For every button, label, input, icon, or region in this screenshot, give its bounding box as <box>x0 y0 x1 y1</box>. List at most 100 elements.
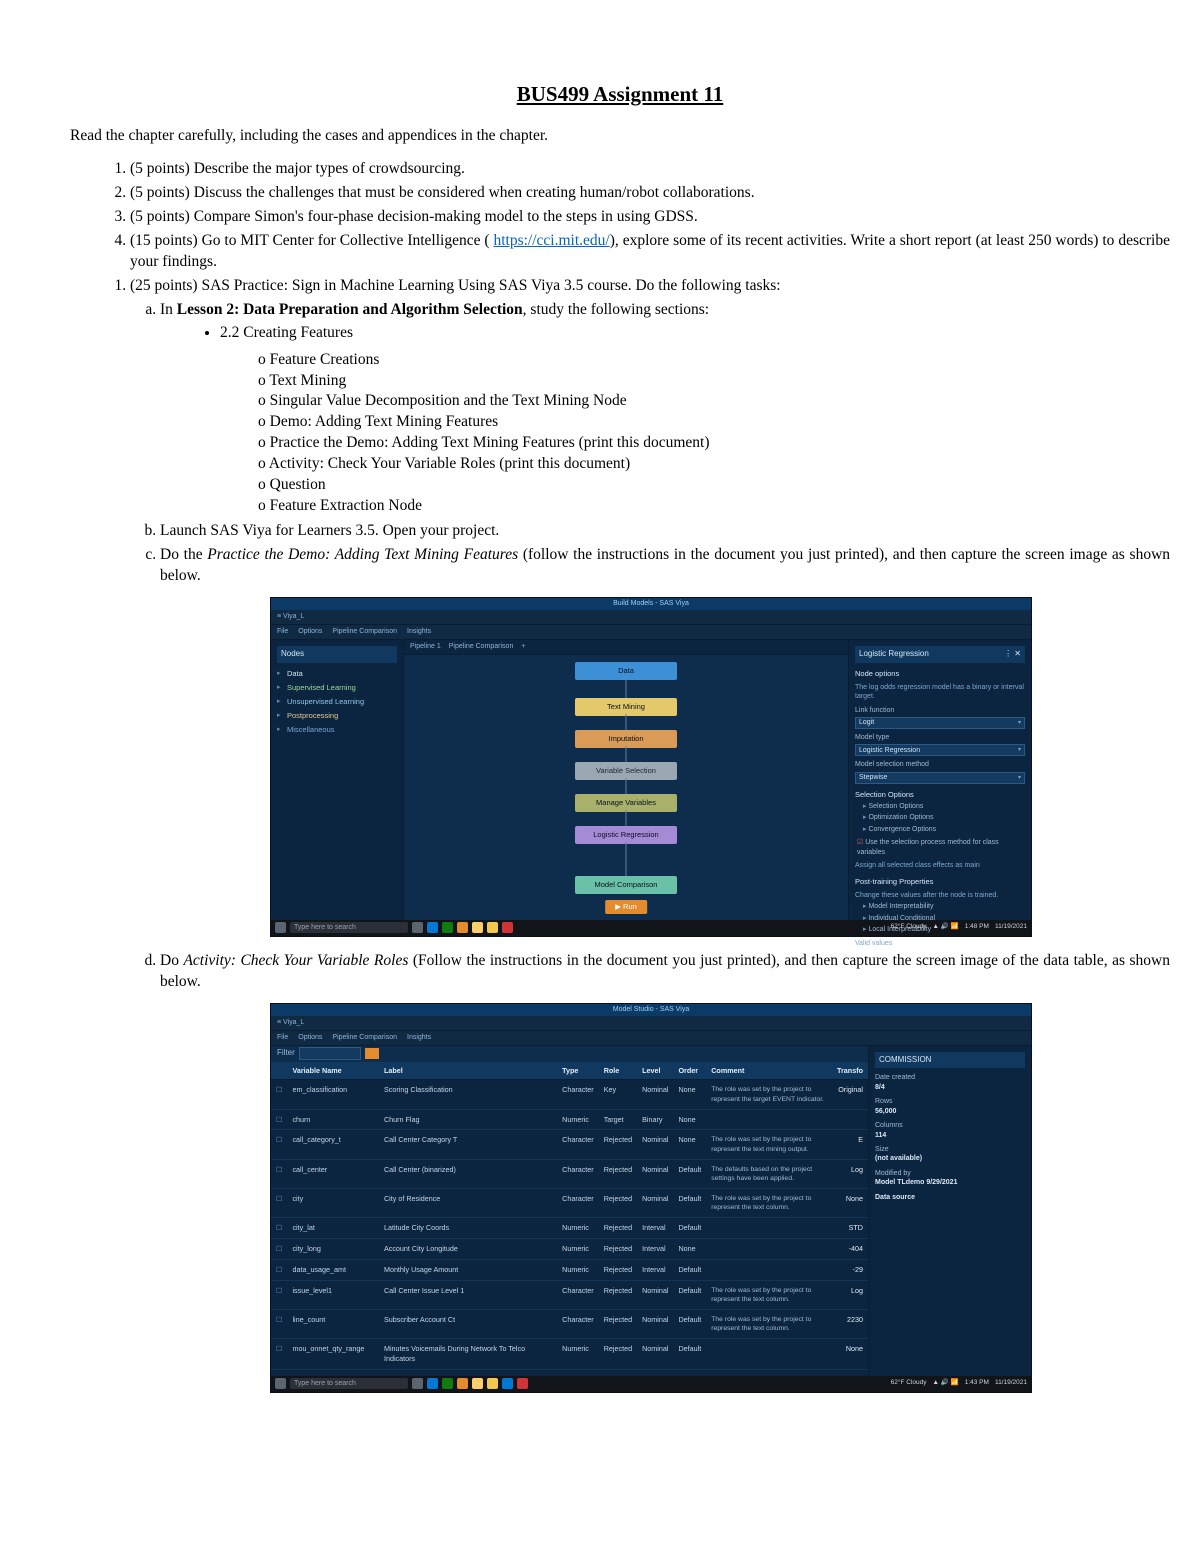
explorer-icon[interactable] <box>472 922 483 933</box>
table-row[interactable]: call_category_tCall Center Category TCha… <box>271 1130 868 1159</box>
nodes-postprocessing[interactable]: Postprocessing <box>277 709 397 723</box>
menu-insights-2[interactable]: Insights <box>407 1033 431 1042</box>
app-icon-2[interactable] <box>502 922 513 933</box>
prop-field-link[interactable]: Logit <box>855 717 1025 729</box>
tray-icon[interactable]: ▲ 🔊 📶 <box>932 923 958 932</box>
app-icon[interactable] <box>487 1378 498 1389</box>
edge-icon[interactable] <box>427 1378 438 1389</box>
filter-input[interactable] <box>299 1047 361 1060</box>
row-checkbox[interactable] <box>271 1080 287 1109</box>
app-icon[interactable] <box>487 922 498 933</box>
app-icon-2[interactable] <box>517 1378 528 1389</box>
table-row[interactable]: line_countSubscriber Account CtCharacter… <box>271 1309 868 1338</box>
menu-pipeline-comparison[interactable]: Pipeline Comparison <box>332 627 397 636</box>
properties-close-icon[interactable]: ⋮ ✕ <box>1004 649 1021 660</box>
menu-options[interactable]: Options <box>298 627 322 636</box>
col-transform[interactable]: Transfo <box>832 1062 868 1080</box>
table-row[interactable]: mou_onnet_qty_rangeMinutes Voicemails Du… <box>271 1339 868 1369</box>
pipeline-tab-1[interactable]: Pipeline 1 <box>410 642 441 651</box>
taskbar-search-2[interactable]: Type here to search <box>290 1378 408 1389</box>
table-row[interactable]: data_usage_amtMonthly Usage AmountNumeri… <box>271 1259 868 1280</box>
col-comment[interactable]: Comment <box>706 1062 832 1080</box>
prop-sub-ic[interactable]: Individual Conditional <box>855 914 1025 923</box>
col-level[interactable]: Level <box>637 1062 673 1080</box>
d-pre: Do <box>160 952 183 969</box>
col-varname[interactable]: Variable Name <box>287 1062 379 1080</box>
menu-options-2[interactable]: Options <box>298 1033 322 1042</box>
firefox-icon[interactable] <box>457 922 468 933</box>
table-row[interactable]: mon_total_call_chargesMonthly Account Ch… <box>271 1369 868 1375</box>
menu-file-2[interactable]: File <box>277 1033 288 1042</box>
connector <box>626 842 627 876</box>
table-row[interactable]: cityCity of ResidenceCharacterRejectedNo… <box>271 1189 868 1218</box>
app-icon-3[interactable] <box>502 1378 513 1389</box>
table-row[interactable]: city_latLatitude City CoordsNumericRejec… <box>271 1218 868 1239</box>
filter-go-button[interactable] <box>365 1048 379 1059</box>
row-checkbox[interactable] <box>271 1109 287 1130</box>
menu-insights[interactable]: Insights <box>407 627 431 636</box>
edge-icon[interactable] <box>427 922 438 933</box>
table-row[interactable]: issue_level1Call Center Issue Level 1Cha… <box>271 1280 868 1309</box>
taskbar-time[interactable]: 1:48 PM <box>965 923 989 932</box>
col-role[interactable]: Role <box>599 1062 637 1080</box>
taskview-icon[interactable] <box>412 1378 423 1389</box>
chrome-icon[interactable] <box>442 922 453 933</box>
row-checkbox[interactable] <box>271 1259 287 1280</box>
prop-field-selection[interactable]: Stepwise <box>855 772 1025 784</box>
chrome-icon[interactable] <box>442 1378 453 1389</box>
prop-checkbox-selproc[interactable]: Use the selection process method for cla… <box>855 838 1025 857</box>
start-icon[interactable] <box>275 922 286 933</box>
row-checkbox[interactable] <box>271 1130 287 1159</box>
row-checkbox[interactable] <box>271 1339 287 1369</box>
node-model-compare[interactable]: Model Comparison <box>575 876 677 894</box>
row-checkbox[interactable] <box>271 1280 287 1309</box>
firefox-icon[interactable] <box>457 1378 468 1389</box>
table-row[interactable]: call_centerCall Center (binarized)Charac… <box>271 1159 868 1188</box>
col-check[interactable] <box>271 1062 287 1080</box>
nodes-supervised[interactable]: Supervised Learning <box>277 681 397 695</box>
prop-sub-conv[interactable]: Convergence Options <box>855 825 1025 834</box>
node-data[interactable]: Data <box>575 662 677 680</box>
taskbar-weather[interactable]: 62°F Cloudy <box>891 923 927 932</box>
q4-pre: (15 points) Go to MIT Center for Collect… <box>130 232 493 249</box>
row-checkbox[interactable] <box>271 1189 287 1218</box>
prop-field-modeltype[interactable]: Logistic Regression <box>855 744 1025 756</box>
taskbar-date-2[interactable]: 11/19/2021 <box>995 1379 1027 1388</box>
start-icon[interactable] <box>275 1378 286 1389</box>
pipeline-canvas[interactable]: Pipeline 1 Pipeline Comparison + Data Te… <box>404 640 849 920</box>
pipeline-tab-compare[interactable]: Pipeline Comparison <box>449 642 514 651</box>
menu-file[interactable]: File <box>277 627 288 636</box>
pipeline-tab-add[interactable]: + <box>521 642 525 651</box>
nodes-unsupervised[interactable]: Unsupervised Learning <box>277 695 397 709</box>
col-label[interactable]: Label <box>379 1062 557 1080</box>
table-row[interactable]: em_classificationScoring ClassificationC… <box>271 1080 868 1109</box>
prop-sub-opt[interactable]: Optimization Options <box>855 813 1025 822</box>
mit-cci-link[interactable]: https://cci.mit.edu/ <box>493 232 609 249</box>
menu-pc-2[interactable]: Pipeline Comparison <box>332 1033 397 1042</box>
taskbar-search[interactable]: Type here to search <box>290 922 408 933</box>
col-order[interactable]: Order <box>673 1062 706 1080</box>
row-checkbox[interactable] <box>271 1218 287 1239</box>
prop-sub-mi[interactable]: Model Interpretability <box>855 902 1025 911</box>
row-checkbox[interactable] <box>271 1159 287 1188</box>
app-tab[interactable]: ≡ Viya_L <box>277 612 304 621</box>
app-tab-2[interactable]: ≡ Viya_L <box>277 1018 304 1027</box>
nodes-group-data[interactable]: Data <box>277 667 397 681</box>
prop-sub-sel[interactable]: Selection Options <box>855 802 1025 811</box>
table-row[interactable]: churnChurn FlagNumericTargetBinaryNone <box>271 1109 868 1130</box>
tray-icon[interactable]: ▲ 🔊 📶 <box>932 1379 958 1388</box>
explorer-icon[interactable] <box>472 1378 483 1389</box>
row-checkbox[interactable] <box>271 1239 287 1260</box>
nodes-misc[interactable]: Miscellaneous <box>277 723 397 737</box>
row-checkbox[interactable] <box>271 1369 287 1375</box>
taskbar-time-2[interactable]: 1:43 PM <box>965 1379 989 1388</box>
taskbar-date[interactable]: 11/19/2021 <box>995 923 1027 932</box>
ds-link[interactable]: Data source <box>875 1193 1025 1202</box>
run-pipeline-button[interactable]: ▶ Run <box>605 900 647 914</box>
col-type[interactable]: Type <box>557 1062 599 1080</box>
table-row[interactable]: city_longAccount City LongitudeNumericRe… <box>271 1239 868 1260</box>
row-checkbox[interactable] <box>271 1309 287 1338</box>
app-menubar: File Options Pipeline Comparison Insight… <box>271 625 1031 640</box>
taskbar-weather-2[interactable]: 62°F Cloudy <box>891 1379 927 1388</box>
taskview-icon[interactable] <box>412 922 423 933</box>
